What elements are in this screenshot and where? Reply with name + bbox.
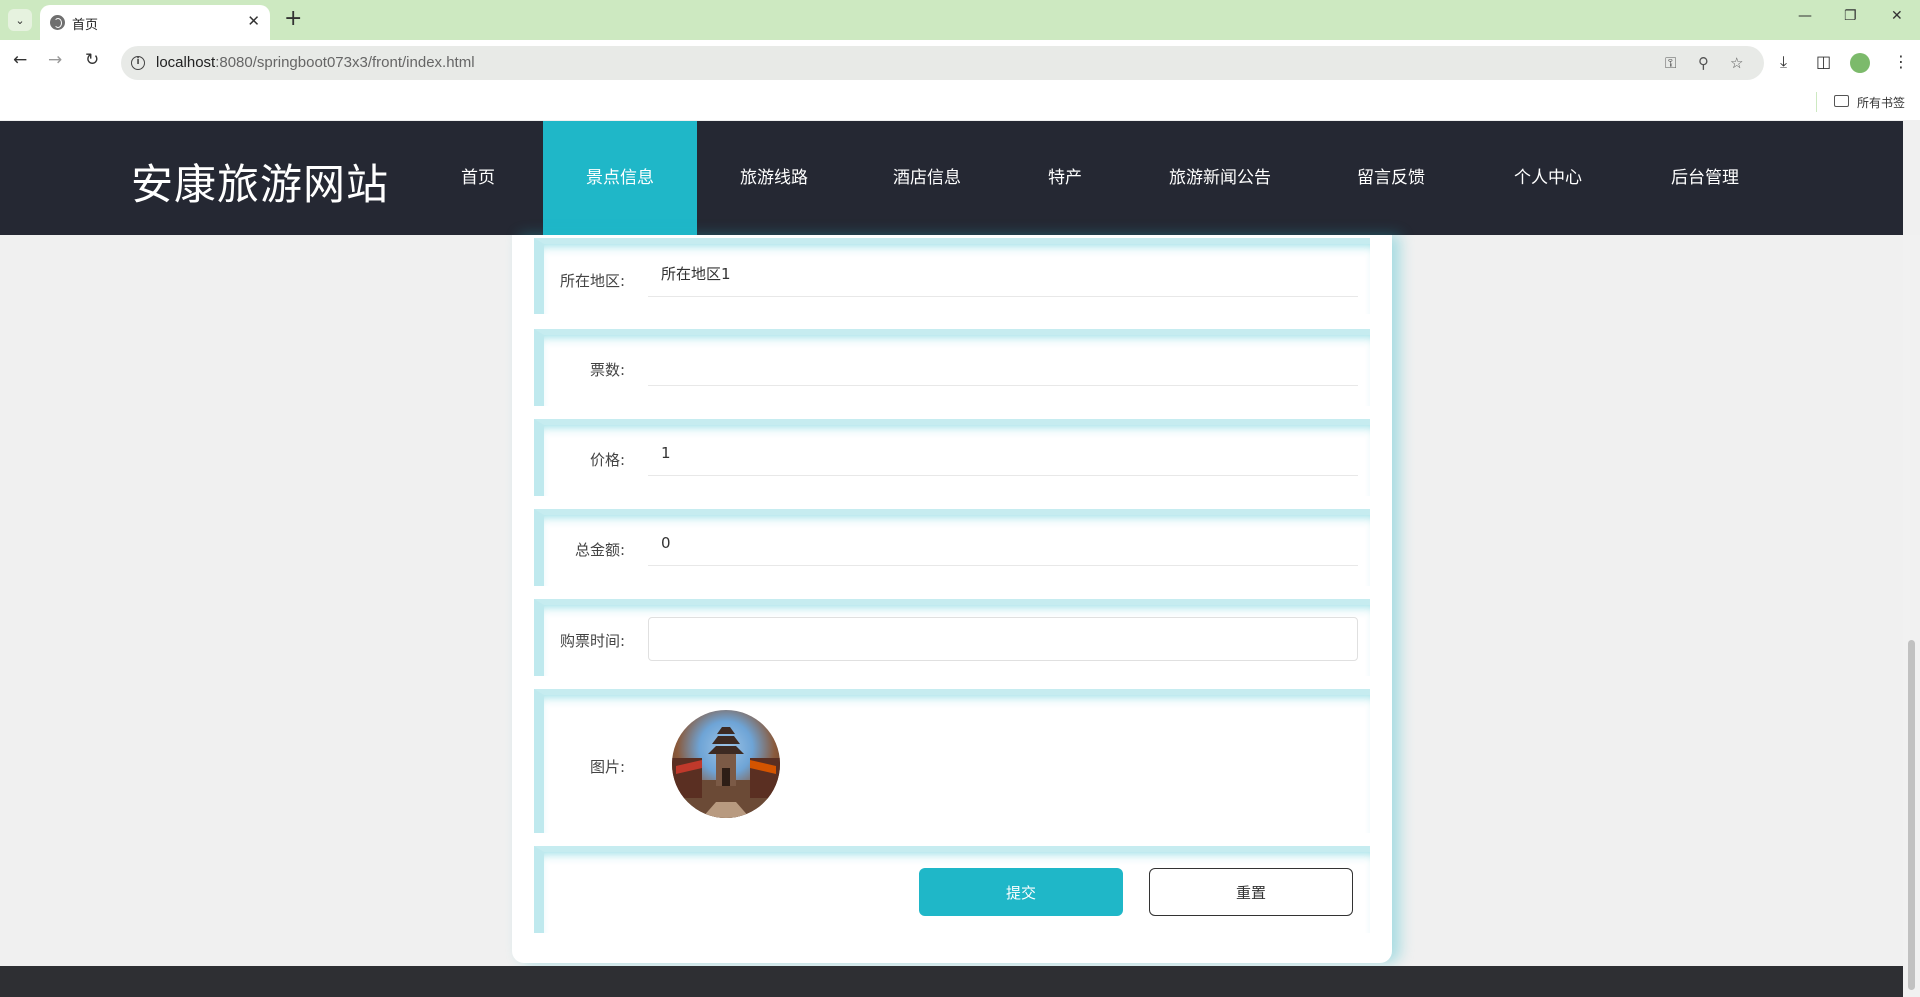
form-row-actions: 提交 重置 — [534, 846, 1370, 933]
side-panel-icon[interactable]: ◫ — [1816, 52, 1831, 71]
pagoda-street-image — [672, 727, 780, 818]
site-footer — [0, 966, 1903, 997]
bookmarks-bar: 所有书签 — [0, 86, 1920, 120]
url-text[interactable]: localhost:8080/springboot073x3/front/ind… — [156, 54, 475, 71]
forward-icon[interactable]: → — [48, 50, 62, 70]
zoom-icon[interactable]: ⚲ — [1698, 54, 1709, 72]
nav-item-feedback[interactable]: 留言反馈 — [1342, 121, 1440, 235]
region-field[interactable]: 所在地区1 — [648, 252, 1358, 297]
all-bookmarks-button[interactable]: 所有书签 — [1857, 94, 1905, 111]
form-row-image: 图片: — [534, 689, 1370, 833]
booking-form-card: 所在地区: 所在地区1 票数: 价格: 1 总金额: 0 购票时间: 图片: 提… — [512, 235, 1392, 963]
form-row-tickets: 票数: — [534, 329, 1370, 406]
site-info-icon[interactable]: i — [131, 56, 145, 70]
page-scrollbar[interactable] — [1903, 235, 1920, 997]
tab-title: 首页 — [72, 18, 99, 33]
region-label: 所在地区: — [559, 272, 625, 290]
star-icon[interactable]: ☆ — [1730, 54, 1743, 72]
address-bar[interactable]: i localhost:8080/springboot073x3/front/i… — [121, 46, 1764, 80]
total-field[interactable]: 0 — [648, 521, 1358, 566]
image-label: 图片: — [589, 758, 625, 776]
form-row-purchase-time: 购票时间: — [534, 599, 1370, 676]
bookmarks-divider — [1816, 92, 1817, 112]
new-tab-icon[interactable]: + — [284, 6, 302, 31]
key-icon[interactable]: ⚿ — [1665, 54, 1676, 72]
nav-item-admin[interactable]: 后台管理 — [1656, 121, 1754, 235]
price-label: 价格: — [589, 451, 625, 469]
reset-button[interactable]: 重置 — [1149, 868, 1353, 916]
restore-icon[interactable]: ❐ — [1844, 8, 1857, 24]
browser-tabstrip: ⌄ 首页 ✕ + — ❐ ✕ — [0, 0, 1920, 40]
tab-search-button[interactable]: ⌄ — [8, 9, 32, 31]
browser-tab[interactable]: 首页 ✕ — [40, 5, 270, 40]
profile-avatar[interactable] — [1850, 53, 1870, 73]
window-close-icon[interactable]: ✕ — [1891, 8, 1903, 24]
download-icon[interactable]: ⤓ — [1780, 52, 1787, 72]
chevron-down-icon: ⌄ — [15, 13, 25, 27]
scrollbar-thumb[interactable] — [1908, 640, 1915, 990]
reload-icon[interactable]: ↻ — [85, 50, 99, 70]
purchase-time-input[interactable] — [648, 617, 1358, 661]
close-icon[interactable]: ✕ — [247, 12, 260, 30]
minimize-icon[interactable]: — — [1798, 8, 1812, 24]
nav-item-specialties[interactable]: 特产 — [1030, 121, 1100, 235]
site-title: 安康旅游网站 — [131, 160, 390, 209]
form-row-total: 总金额: 0 — [534, 509, 1370, 586]
attraction-image — [672, 710, 780, 818]
site-header: 安康旅游网站 首页 景点信息 旅游线路 酒店信息 特产 旅游新闻公告 留言反馈 … — [0, 121, 1903, 235]
price-field[interactable]: 1 — [648, 431, 1358, 476]
globe-icon — [50, 15, 65, 30]
purchase-time-label: 购票时间: — [559, 632, 625, 650]
menu-icon[interactable]: ⋮ — [1893, 52, 1909, 71]
submit-button[interactable]: 提交 — [919, 868, 1123, 916]
folder-icon — [1834, 95, 1849, 107]
nav-item-home[interactable]: 首页 — [440, 121, 516, 235]
back-icon[interactable]: ← — [13, 50, 27, 70]
nav-item-news[interactable]: 旅游新闻公告 — [1150, 121, 1290, 235]
total-label: 总金额: — [574, 541, 625, 559]
tickets-field[interactable] — [648, 341, 1358, 386]
nav-item-attractions[interactable]: 景点信息 — [543, 121, 697, 235]
form-row-region: 所在地区: 所在地区1 — [534, 238, 1370, 314]
browser-toolbar: ← → ↻ i localhost:8080/springboot073x3/f… — [0, 40, 1920, 86]
tickets-label: 票数: — [589, 361, 625, 379]
nav-item-user-center[interactable]: 个人中心 — [1499, 121, 1597, 235]
form-row-price: 价格: 1 — [534, 419, 1370, 496]
nav-item-routes[interactable]: 旅游线路 — [725, 121, 823, 235]
nav-item-hotels[interactable]: 酒店信息 — [878, 121, 976, 235]
